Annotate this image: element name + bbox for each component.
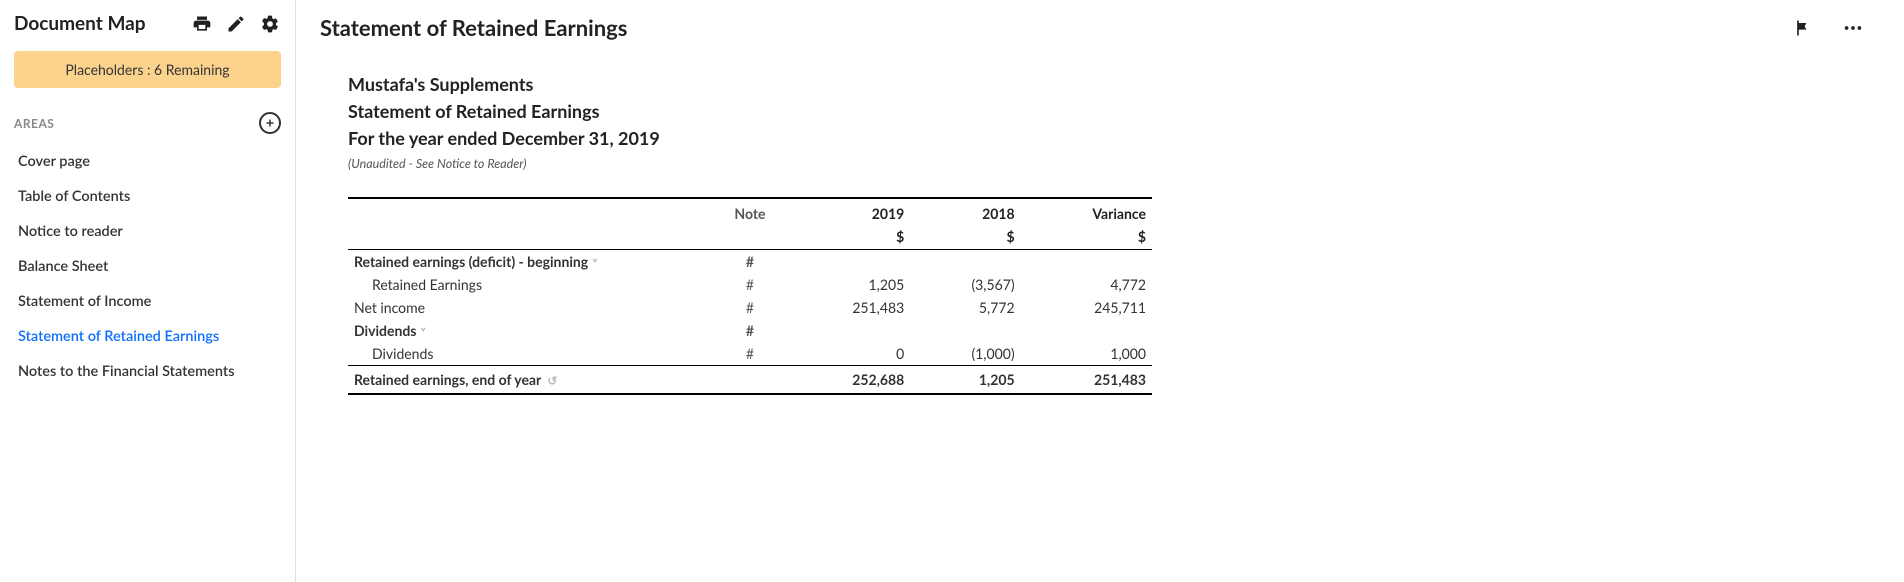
row-note: # [718, 296, 782, 319]
sidebar-item[interactable]: Balance Sheet [14, 249, 281, 284]
placeholders-badge[interactable]: Placeholders : 6 Remaining [14, 51, 281, 88]
col-year-prior: 2018 [910, 198, 1020, 225]
row-value: 251,483 [1021, 366, 1152, 395]
sidebar-item[interactable]: Statement of Retained Earnings [14, 319, 281, 354]
row-value: 251,483 [782, 296, 910, 319]
col-blank [348, 198, 718, 225]
sidebar-item[interactable]: Statement of Income [14, 284, 281, 319]
chevron-down-icon[interactable]: ˅ [420, 326, 425, 339]
col-note: Note [718, 198, 782, 225]
row-value: (1,000) [910, 342, 1020, 366]
table-row[interactable]: Dividends#0(1,000)1,000 [348, 342, 1152, 366]
row-value [782, 319, 910, 342]
areas-header: AREAS [14, 112, 281, 134]
row-value [910, 250, 1020, 274]
row-note: # [718, 342, 782, 366]
company-name: Mustafa's Supplements [348, 71, 1152, 98]
row-label: Retained earnings (deficit) - beginning˅ [348, 250, 718, 274]
statement-name: Statement of Retained Earnings [348, 98, 1152, 125]
history-icon[interactable]: ↺ [547, 373, 557, 388]
row-value: (3,567) [910, 273, 1020, 296]
sidebar-item[interactable]: Table of Contents [14, 179, 281, 214]
row-note: # [718, 250, 782, 274]
row-note: # [718, 273, 782, 296]
currency-y2: $ [910, 225, 1020, 250]
row-value: 1,205 [782, 273, 910, 296]
row-note: # [718, 319, 782, 342]
document-body: Mustafa's Supplements Statement of Retai… [320, 41, 1180, 425]
row-label: Retained Earnings [348, 273, 718, 296]
row-value: 1,000 [1021, 342, 1152, 366]
chevron-down-icon[interactable]: ˅ [592, 257, 597, 270]
table-row[interactable]: Retained earnings, end of year↺ 252,6881,… [348, 366, 1152, 395]
financial-table: Note 2019 2018 Variance $ $ $ Retained e… [348, 197, 1152, 395]
row-value: 5,772 [910, 296, 1020, 319]
sidebar: Document Map Placeholders : 6 Remaining … [0, 0, 296, 582]
main-content: Statement of Retained Earnings Mustafa's… [296, 0, 1904, 582]
areas-label: AREAS [14, 116, 54, 131]
doc-heading: Mustafa's Supplements Statement of Retai… [348, 71, 1152, 171]
col-variance: Variance [1021, 198, 1152, 225]
row-value: 245,711 [1021, 296, 1152, 319]
row-value [1021, 319, 1152, 342]
gear-icon[interactable] [259, 13, 281, 35]
add-area-button[interactable] [259, 112, 281, 134]
main-header: Statement of Retained Earnings [320, 14, 1864, 41]
more-icon[interactable] [1842, 17, 1864, 39]
row-value: 1,205 [910, 366, 1020, 395]
sidebar-item[interactable]: Notes to the Financial Statements [14, 354, 281, 389]
col-year-current: 2019 [782, 198, 910, 225]
table-row[interactable]: Retained Earnings#1,205(3,567)4,772 [348, 273, 1152, 296]
row-label: Dividends [348, 342, 718, 366]
table-row[interactable]: Dividends˅# [348, 319, 1152, 342]
flag-icon[interactable] [1792, 17, 1814, 39]
table-row[interactable]: Retained earnings (deficit) - beginning˅… [348, 250, 1152, 274]
sidebar-header: Document Map [14, 12, 281, 35]
row-label: Net income [348, 296, 718, 319]
print-icon[interactable] [191, 13, 213, 35]
currency-y1: $ [782, 225, 910, 250]
sidebar-item[interactable]: Notice to reader [14, 214, 281, 249]
row-label: Dividends˅ [348, 319, 718, 342]
row-value [910, 319, 1020, 342]
row-value [1021, 250, 1152, 274]
row-note [718, 366, 782, 395]
areas-nav: Cover pageTable of ContentsNotice to rea… [14, 144, 281, 389]
row-label: Retained earnings, end of year↺ [348, 366, 718, 395]
edit-icon[interactable] [225, 13, 247, 35]
row-value [782, 250, 910, 274]
sidebar-title: Document Map [14, 12, 179, 35]
row-value: 0 [782, 342, 910, 366]
table-row[interactable]: Net income#251,4835,772245,711 [348, 296, 1152, 319]
period-line: For the year ended December 31, 2019 [348, 125, 1152, 152]
sidebar-item[interactable]: Cover page [14, 144, 281, 179]
audit-note: (Unaudited - See Notice to Reader) [348, 156, 1152, 171]
row-value: 252,688 [782, 366, 910, 395]
main-actions [1792, 17, 1864, 39]
page-title: Statement of Retained Earnings [320, 14, 627, 41]
currency-var: $ [1021, 225, 1152, 250]
row-value: 4,772 [1021, 273, 1152, 296]
